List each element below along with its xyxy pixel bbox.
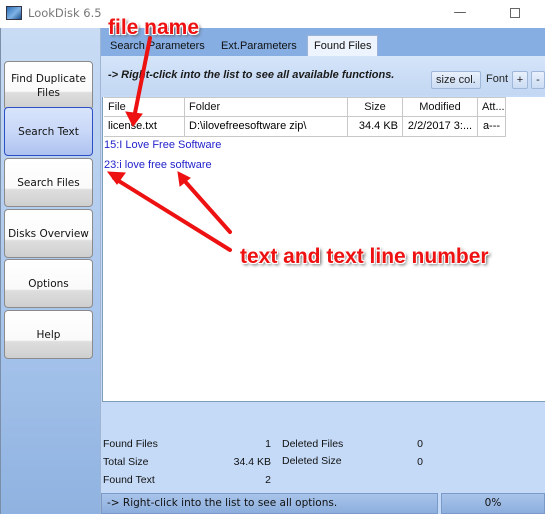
size-col-button[interactable]: size col. bbox=[431, 71, 481, 89]
deleted-size-value: 0 bbox=[417, 456, 423, 468]
found-text-value: 2 bbox=[265, 474, 271, 486]
deleted-files-value: 0 bbox=[417, 438, 423, 450]
found-files-value: 1 bbox=[265, 438, 271, 450]
tab-ext-parameters[interactable]: Ext.Parameters bbox=[215, 36, 303, 56]
column-header-size[interactable]: Size bbox=[348, 97, 403, 117]
app-icon bbox=[6, 6, 22, 20]
column-header-attributes[interactable]: Att... bbox=[478, 97, 506, 117]
cell-modified: 2/2/2017 3:... bbox=[403, 117, 478, 137]
deleted-files-label: Deleted Files bbox=[282, 438, 344, 450]
title-bar: LookDisk 6.5 — bbox=[0, 0, 545, 28]
text-hit[interactable]: 15:I Love Free Software bbox=[104, 139, 221, 151]
column-header-folder[interactable]: Folder bbox=[185, 97, 348, 117]
column-header-modified[interactable]: Modified bbox=[403, 97, 478, 117]
sidebar-item-options[interactable]: Options bbox=[4, 259, 93, 308]
found-text-label: Found Text bbox=[103, 474, 155, 486]
deleted-size-label: Deleted Size bbox=[282, 455, 342, 467]
maximize-icon bbox=[510, 8, 520, 18]
stats-panel: Found Files 1 Total Size 34.4 KB Found T… bbox=[101, 432, 545, 488]
status-message: -> Right-click into the list to see all … bbox=[101, 493, 438, 514]
annotation-text-line-number: text and text line number bbox=[240, 245, 489, 268]
sidebar: Find Duplicate Files Search Text Search … bbox=[0, 28, 101, 514]
column-header-file[interactable]: File bbox=[104, 97, 185, 117]
cell-size: 34.4 KB bbox=[348, 117, 403, 137]
sidebar-item-search-files[interactable]: Search Files bbox=[4, 158, 93, 207]
table-row[interactable]: license.txt D:\ilovefreesoftware zip\ 34… bbox=[104, 117, 506, 137]
font-decrease-button[interactable]: - bbox=[531, 71, 545, 89]
hint-text: -> Right-click into the list to see all … bbox=[108, 69, 395, 81]
list-header: File Folder Size Modified Att... bbox=[104, 97, 506, 117]
font-label: Font bbox=[486, 73, 509, 85]
cell-file: license.txt bbox=[104, 117, 185, 137]
cell-folder: D:\ilovefreesoftware zip\ bbox=[185, 117, 348, 137]
found-files-label: Found Files bbox=[103, 438, 158, 450]
annotation-file-name: file name bbox=[108, 16, 200, 39]
sidebar-item-find-duplicate-files[interactable]: Find Duplicate Files bbox=[4, 61, 93, 110]
tab-found-files[interactable]: Found Files bbox=[307, 35, 379, 56]
minimize-button[interactable]: — bbox=[445, 4, 475, 22]
progress-indicator: 0% bbox=[441, 493, 545, 514]
font-increase-button[interactable]: + bbox=[512, 71, 528, 89]
maximize-button[interactable] bbox=[500, 4, 530, 22]
window-title: LookDisk 6.5 bbox=[28, 6, 102, 20]
sidebar-item-disks-overview[interactable]: Disks Overview bbox=[4, 209, 93, 258]
total-size-label: Total Size bbox=[103, 456, 149, 468]
text-hit[interactable]: 23:i love free software bbox=[104, 159, 212, 171]
main-panel: Search Parameters Ext.Parameters Found F… bbox=[101, 28, 545, 514]
total-size-value: 34.4 KB bbox=[233, 456, 271, 468]
sidebar-item-search-text[interactable]: Search Text bbox=[4, 107, 93, 156]
sidebar-item-help[interactable]: Help bbox=[4, 310, 93, 359]
status-bar: -> Right-click into the list to see all … bbox=[101, 493, 545, 514]
info-bar: -> Right-click into the list to see all … bbox=[101, 56, 545, 95]
cell-attributes: a--- bbox=[478, 117, 506, 137]
